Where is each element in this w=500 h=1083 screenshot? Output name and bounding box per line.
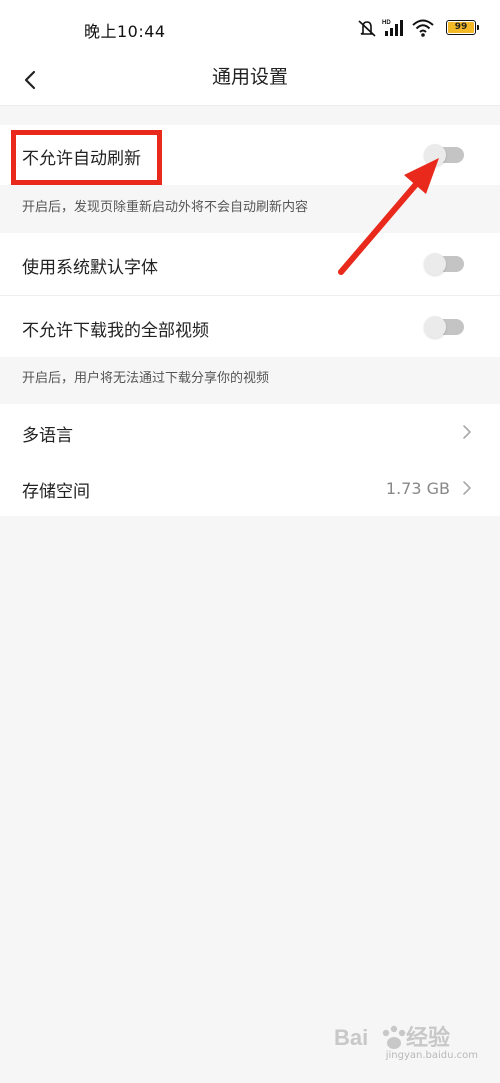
setting-label: 不允许自动刷新 bbox=[22, 149, 141, 169]
page-title: 通用设置 bbox=[211, 66, 288, 88]
svg-text:HD: HD bbox=[382, 20, 391, 26]
auto-refresh-toggle[interactable] bbox=[424, 144, 464, 166]
setting-row-storage[interactable]: 存储空间 1.73 GB bbox=[0, 460, 500, 516]
setting-description: 开启后，用户将无法通过下载分享你的视频 bbox=[22, 371, 270, 386]
setting-row-download-videos[interactable]: 不允许下载我的全部视频 bbox=[0, 296, 500, 357]
mute-icon bbox=[358, 20, 376, 37]
setting-row-system-font[interactable]: 使用系统默认字体 bbox=[0, 233, 500, 295]
setting-row-language[interactable]: 多语言 bbox=[0, 404, 500, 460]
status-icons: HD 99 bbox=[356, 18, 479, 38]
setting-label: 存储空间 bbox=[22, 482, 90, 502]
system-font-toggle[interactable] bbox=[424, 253, 464, 275]
watermark: Bai 经验 jingyan.baidu.com bbox=[334, 1021, 484, 1065]
setting-label: 使用系统默认字体 bbox=[22, 258, 158, 278]
download-videos-toggle[interactable] bbox=[424, 316, 464, 338]
setting-row-auto-refresh[interactable]: 不允许自动刷新 bbox=[0, 125, 500, 185]
status-time: 晚上10:44 bbox=[84, 22, 166, 41]
battery-level: 99 bbox=[448, 22, 474, 33]
watermark-url: jingyan.baidu.com bbox=[385, 1050, 478, 1061]
battery-icon: 99 bbox=[446, 20, 479, 35]
chevron-right-icon bbox=[463, 481, 471, 495]
chevron-right-icon bbox=[463, 425, 471, 439]
status-bar: 晚上10:44 HD 99 bbox=[0, 0, 500, 56]
svg-text:Bai: Bai bbox=[334, 1025, 368, 1050]
setting-description: 开启后，发现页除重新启动外将不会自动刷新内容 bbox=[22, 200, 309, 215]
hd-signal-icon: HD bbox=[382, 20, 403, 36]
svg-text:经验: 经验 bbox=[406, 1025, 450, 1050]
setting-label: 不允许下载我的全部视频 bbox=[22, 321, 209, 341]
wifi-icon bbox=[412, 19, 434, 37]
storage-value: 1.73 GB bbox=[385, 479, 450, 498]
setting-label: 多语言 bbox=[22, 426, 73, 446]
nav-bar: 通用设置 bbox=[0, 56, 500, 106]
